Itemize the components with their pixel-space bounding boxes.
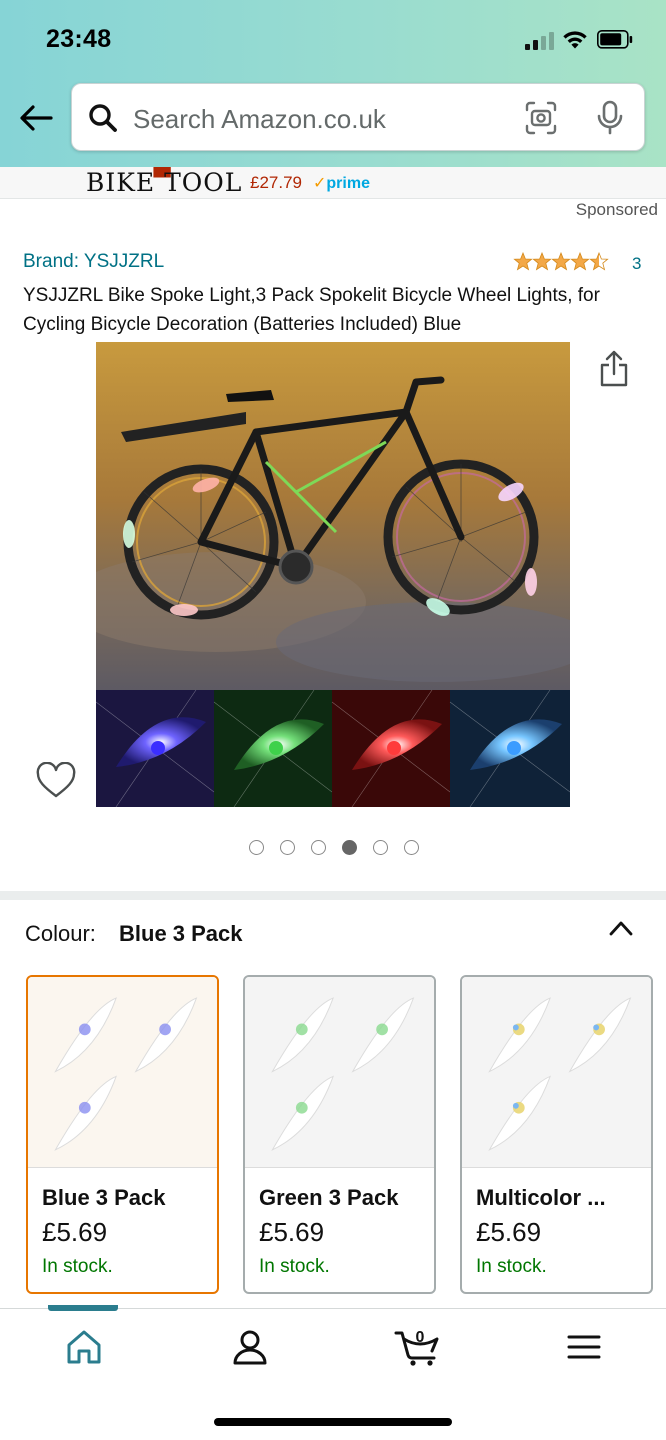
variant-price: £5.69 — [476, 1217, 542, 1247]
rating-count[interactable]: 3 — [632, 254, 641, 274]
product-title: YSJJZRL Bike Spoke Light,3 Pack Spokelit… — [23, 285, 600, 335]
home-indicator — [214, 1418, 452, 1426]
star-rating[interactable] — [513, 252, 611, 272]
cellular-signal-icon — [525, 30, 555, 50]
microphone-icon[interactable] — [596, 100, 624, 136]
product-image[interactable] — [96, 342, 570, 807]
prime-check-icon: ✓ — [313, 175, 327, 192]
brand-link[interactable]: Brand: YSJJZRL — [23, 251, 164, 273]
variant-stock-status: In stock. — [259, 1256, 330, 1277]
star-full-icon — [532, 252, 552, 271]
menu-icon[interactable] — [564, 1327, 604, 1367]
cart-count: 0 — [416, 1329, 425, 1346]
variant-stock-status: In stock. — [42, 1256, 113, 1277]
variant-price: £5.69 — [259, 1217, 325, 1247]
variant-name: Blue 3 Pack — [42, 1185, 166, 1210]
star-full-icon — [513, 252, 533, 271]
sponsored-label: Sponsored — [575, 200, 658, 219]
heart-wishlist-icon[interactable] — [36, 762, 76, 800]
share-icon[interactable] — [598, 350, 630, 388]
variant-image — [245, 977, 434, 1168]
camera-scan-icon[interactable] — [525, 101, 557, 135]
carousel-dot[interactable] — [404, 840, 419, 855]
back-button[interactable] — [16, 98, 56, 138]
account-icon[interactable] — [230, 1327, 270, 1367]
variant-name: Green 3 Pack — [259, 1185, 399, 1210]
carousel-dot[interactable] — [373, 840, 388, 855]
search-bar[interactable]: Search Amazon.co.uk — [71, 83, 645, 151]
section-divider — [0, 891, 666, 900]
cart-icon[interactable]: 0 — [394, 1327, 440, 1367]
colour-label: Colour: — [25, 921, 96, 946]
variant-name: Multicolor ... — [476, 1185, 606, 1210]
status-time: 23:48 — [46, 25, 112, 53]
arrow-left-icon — [20, 105, 53, 131]
variant-option-green[interactable]: Green 3 Pack £5.69 In stock. — [243, 975, 436, 1294]
carousel-dot-active[interactable] — [342, 840, 357, 855]
wifi-icon — [563, 31, 587, 49]
star-full-icon — [551, 252, 571, 271]
ad-brand-logo: BIKE TOOL — [86, 168, 243, 197]
home-icon[interactable] — [64, 1327, 104, 1367]
variant-option-blue[interactable]: Blue 3 Pack £5.69 In stock. — [26, 975, 219, 1294]
variant-image — [28, 977, 217, 1168]
variant-image — [462, 977, 651, 1168]
variant-price: £5.69 — [42, 1217, 108, 1247]
sponsored-ad-banner[interactable]: ▀▀▀ ▄▀▀ BIKE TOOL £27.79 ✓prime — [0, 167, 666, 199]
prime-badge: ✓prime — [313, 175, 370, 192]
selected-colour: Blue 3 Pack — [119, 921, 243, 946]
ad-price: £27.79 — [250, 173, 302, 192]
star-full-icon — [570, 252, 590, 271]
star-half-icon — [589, 252, 609, 271]
chevron-up-icon[interactable] — [607, 916, 635, 940]
active-tab-indicator — [48, 1305, 118, 1311]
variant-stock-status: In stock. — [476, 1256, 547, 1277]
carousel-dot[interactable] — [249, 840, 264, 855]
carousel-dots[interactable] — [249, 840, 419, 856]
search-icon — [89, 104, 117, 132]
search-input[interactable]: Search Amazon.co.uk — [133, 104, 386, 135]
carousel-dot[interactable] — [280, 840, 295, 855]
carousel-dot[interactable] — [311, 840, 326, 855]
variant-option-multicolor[interactable]: Multicolor ... £5.69 In stock. — [460, 975, 653, 1294]
app-header: 23:48 Search Amazon.co.uk — [0, 0, 666, 167]
battery-icon — [597, 30, 633, 49]
